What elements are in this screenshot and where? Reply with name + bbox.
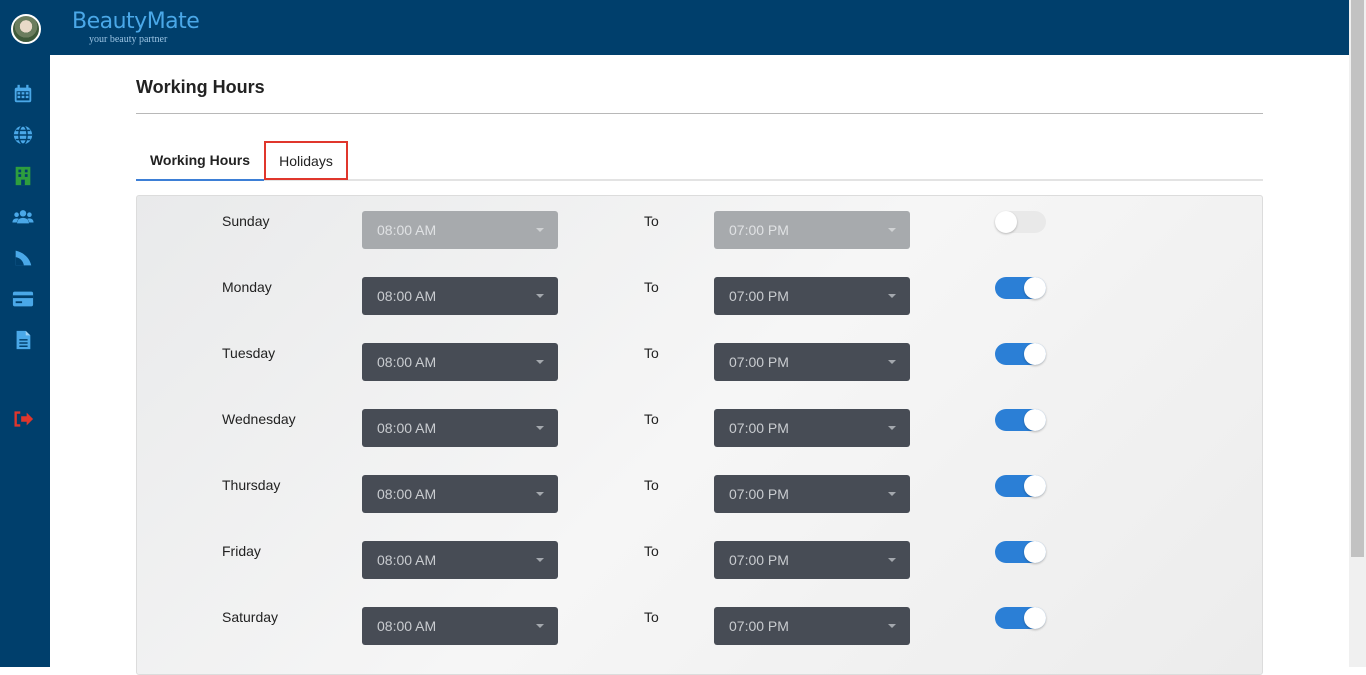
brand-name: BeautyMate: [72, 9, 200, 34]
to-label: To: [644, 411, 659, 427]
to-time-select[interactable]: 07:00 PM: [714, 409, 910, 447]
feed-icon[interactable]: [11, 246, 35, 270]
caret-down-icon: [888, 492, 896, 496]
logout-icon[interactable]: [11, 407, 35, 431]
to-time-select[interactable]: 07:00 PM: [714, 541, 910, 579]
caret-down-icon: [536, 558, 544, 562]
day-enabled-toggle[interactable]: [995, 607, 1046, 629]
building-icon[interactable]: [11, 164, 35, 188]
tab-bar: Working Hours Holidays: [136, 140, 1263, 181]
toggle-knob: [1024, 541, 1046, 563]
day-label: Wednesday: [222, 411, 296, 427]
caret-down-icon: [888, 624, 896, 628]
to-time-value: 07:00 PM: [729, 288, 789, 304]
schedule-row-friday: Friday 08:00 AM To 07:00 PM: [137, 541, 1264, 581]
from-time-select[interactable]: 08:00 AM: [362, 475, 558, 513]
toggle-knob: [995, 211, 1017, 233]
to-time-select[interactable]: 07:00 PM: [714, 277, 910, 315]
caret-down-icon: [888, 228, 896, 232]
globe-icon[interactable]: [11, 123, 35, 147]
caret-down-icon: [536, 492, 544, 496]
caret-down-icon: [888, 294, 896, 298]
tab-holidays[interactable]: Holidays: [264, 141, 348, 180]
day-enabled-toggle[interactable]: [995, 343, 1046, 365]
caret-down-icon: [536, 624, 544, 628]
day-label: Saturday: [222, 609, 279, 625]
schedule-row-wednesday: Wednesday 08:00 AM To 07:00 PM: [137, 409, 1264, 449]
to-label: To: [644, 279, 659, 295]
title-divider: [136, 113, 1263, 114]
to-time-select[interactable]: 07:00 PM: [714, 211, 910, 249]
scrollbar-thumb[interactable]: [1351, 0, 1364, 557]
caret-down-icon: [536, 426, 544, 430]
document-icon[interactable]: [11, 328, 35, 352]
schedule-panel: Sunday 08:00 AM To 07:00 PM Monday 08:00…: [136, 195, 1263, 675]
from-time-select[interactable]: 08:00 AM: [362, 409, 558, 447]
to-time-select[interactable]: 07:00 PM: [714, 607, 910, 645]
toggle-knob: [1024, 277, 1046, 299]
sidebar: [0, 55, 50, 667]
calendar-icon[interactable]: [11, 82, 35, 106]
schedule-row-monday: Monday 08:00 AM To 07:00 PM: [137, 277, 1264, 317]
to-time-value: 07:00 PM: [729, 486, 789, 502]
vertical-scrollbar[interactable]: [1349, 0, 1366, 667]
to-label: To: [644, 609, 659, 625]
from-time-select[interactable]: 08:00 AM: [362, 607, 558, 645]
day-enabled-toggle[interactable]: [995, 409, 1046, 431]
from-time-select[interactable]: 08:00 AM: [362, 343, 558, 381]
avatar[interactable]: [11, 14, 41, 44]
from-time-value: 08:00 AM: [377, 552, 437, 568]
caret-down-icon: [536, 294, 544, 298]
from-time-value: 08:00 AM: [377, 618, 437, 634]
day-enabled-toggle[interactable]: [995, 211, 1046, 233]
tab-working-hours[interactable]: Working Hours: [136, 140, 264, 181]
to-time-value: 07:00 PM: [729, 420, 789, 436]
to-label: To: [644, 213, 659, 229]
schedule-row-saturday: Saturday 08:00 AM To 07:00 PM: [137, 607, 1264, 647]
from-time-value: 08:00 AM: [377, 420, 437, 436]
toggle-knob: [1024, 475, 1046, 497]
from-time-select[interactable]: 08:00 AM: [362, 211, 558, 249]
toggle-knob: [1024, 409, 1046, 431]
to-time-select[interactable]: 07:00 PM: [714, 475, 910, 513]
to-time-value: 07:00 PM: [729, 222, 789, 238]
day-enabled-toggle[interactable]: [995, 541, 1046, 563]
schedule-row-thursday: Thursday 08:00 AM To 07:00 PM: [137, 475, 1264, 515]
top-bar: BeautyMate your beauty partner: [0, 0, 1366, 55]
to-label: To: [644, 543, 659, 559]
from-time-select[interactable]: 08:00 AM: [362, 541, 558, 579]
day-label: Sunday: [222, 213, 270, 229]
to-label: To: [644, 477, 659, 493]
day-label: Monday: [222, 279, 272, 295]
caret-down-icon: [536, 360, 544, 364]
credit-card-icon[interactable]: [11, 287, 35, 311]
to-label: To: [644, 345, 659, 361]
caret-down-icon: [888, 558, 896, 562]
to-time-value: 07:00 PM: [729, 552, 789, 568]
users-icon[interactable]: [11, 205, 35, 229]
from-time-value: 08:00 AM: [377, 288, 437, 304]
brand-tagline: your beauty partner: [89, 34, 168, 45]
day-enabled-toggle[interactable]: [995, 277, 1046, 299]
toggle-knob: [1024, 343, 1046, 365]
from-time-value: 08:00 AM: [377, 222, 437, 238]
day-label: Tuesday: [222, 345, 276, 361]
from-time-value: 08:00 AM: [377, 486, 437, 502]
day-enabled-toggle[interactable]: [995, 475, 1046, 497]
to-time-value: 07:00 PM: [729, 618, 789, 634]
day-label: Thursday: [222, 477, 281, 493]
to-time-value: 07:00 PM: [729, 354, 789, 370]
caret-down-icon: [536, 228, 544, 232]
caret-down-icon: [888, 360, 896, 364]
to-time-select[interactable]: 07:00 PM: [714, 343, 910, 381]
caret-down-icon: [888, 426, 896, 430]
schedule-row-tuesday: Tuesday 08:00 AM To 07:00 PM: [137, 343, 1264, 383]
brand-logo[interactable]: BeautyMate your beauty partner: [72, 9, 200, 45]
day-label: Friday: [222, 543, 261, 559]
toggle-knob: [1024, 607, 1046, 629]
from-time-value: 08:00 AM: [377, 354, 437, 370]
schedule-row-sunday: Sunday 08:00 AM To 07:00 PM: [137, 211, 1264, 251]
from-time-select[interactable]: 08:00 AM: [362, 277, 558, 315]
page-title: Working Hours: [136, 77, 265, 97]
